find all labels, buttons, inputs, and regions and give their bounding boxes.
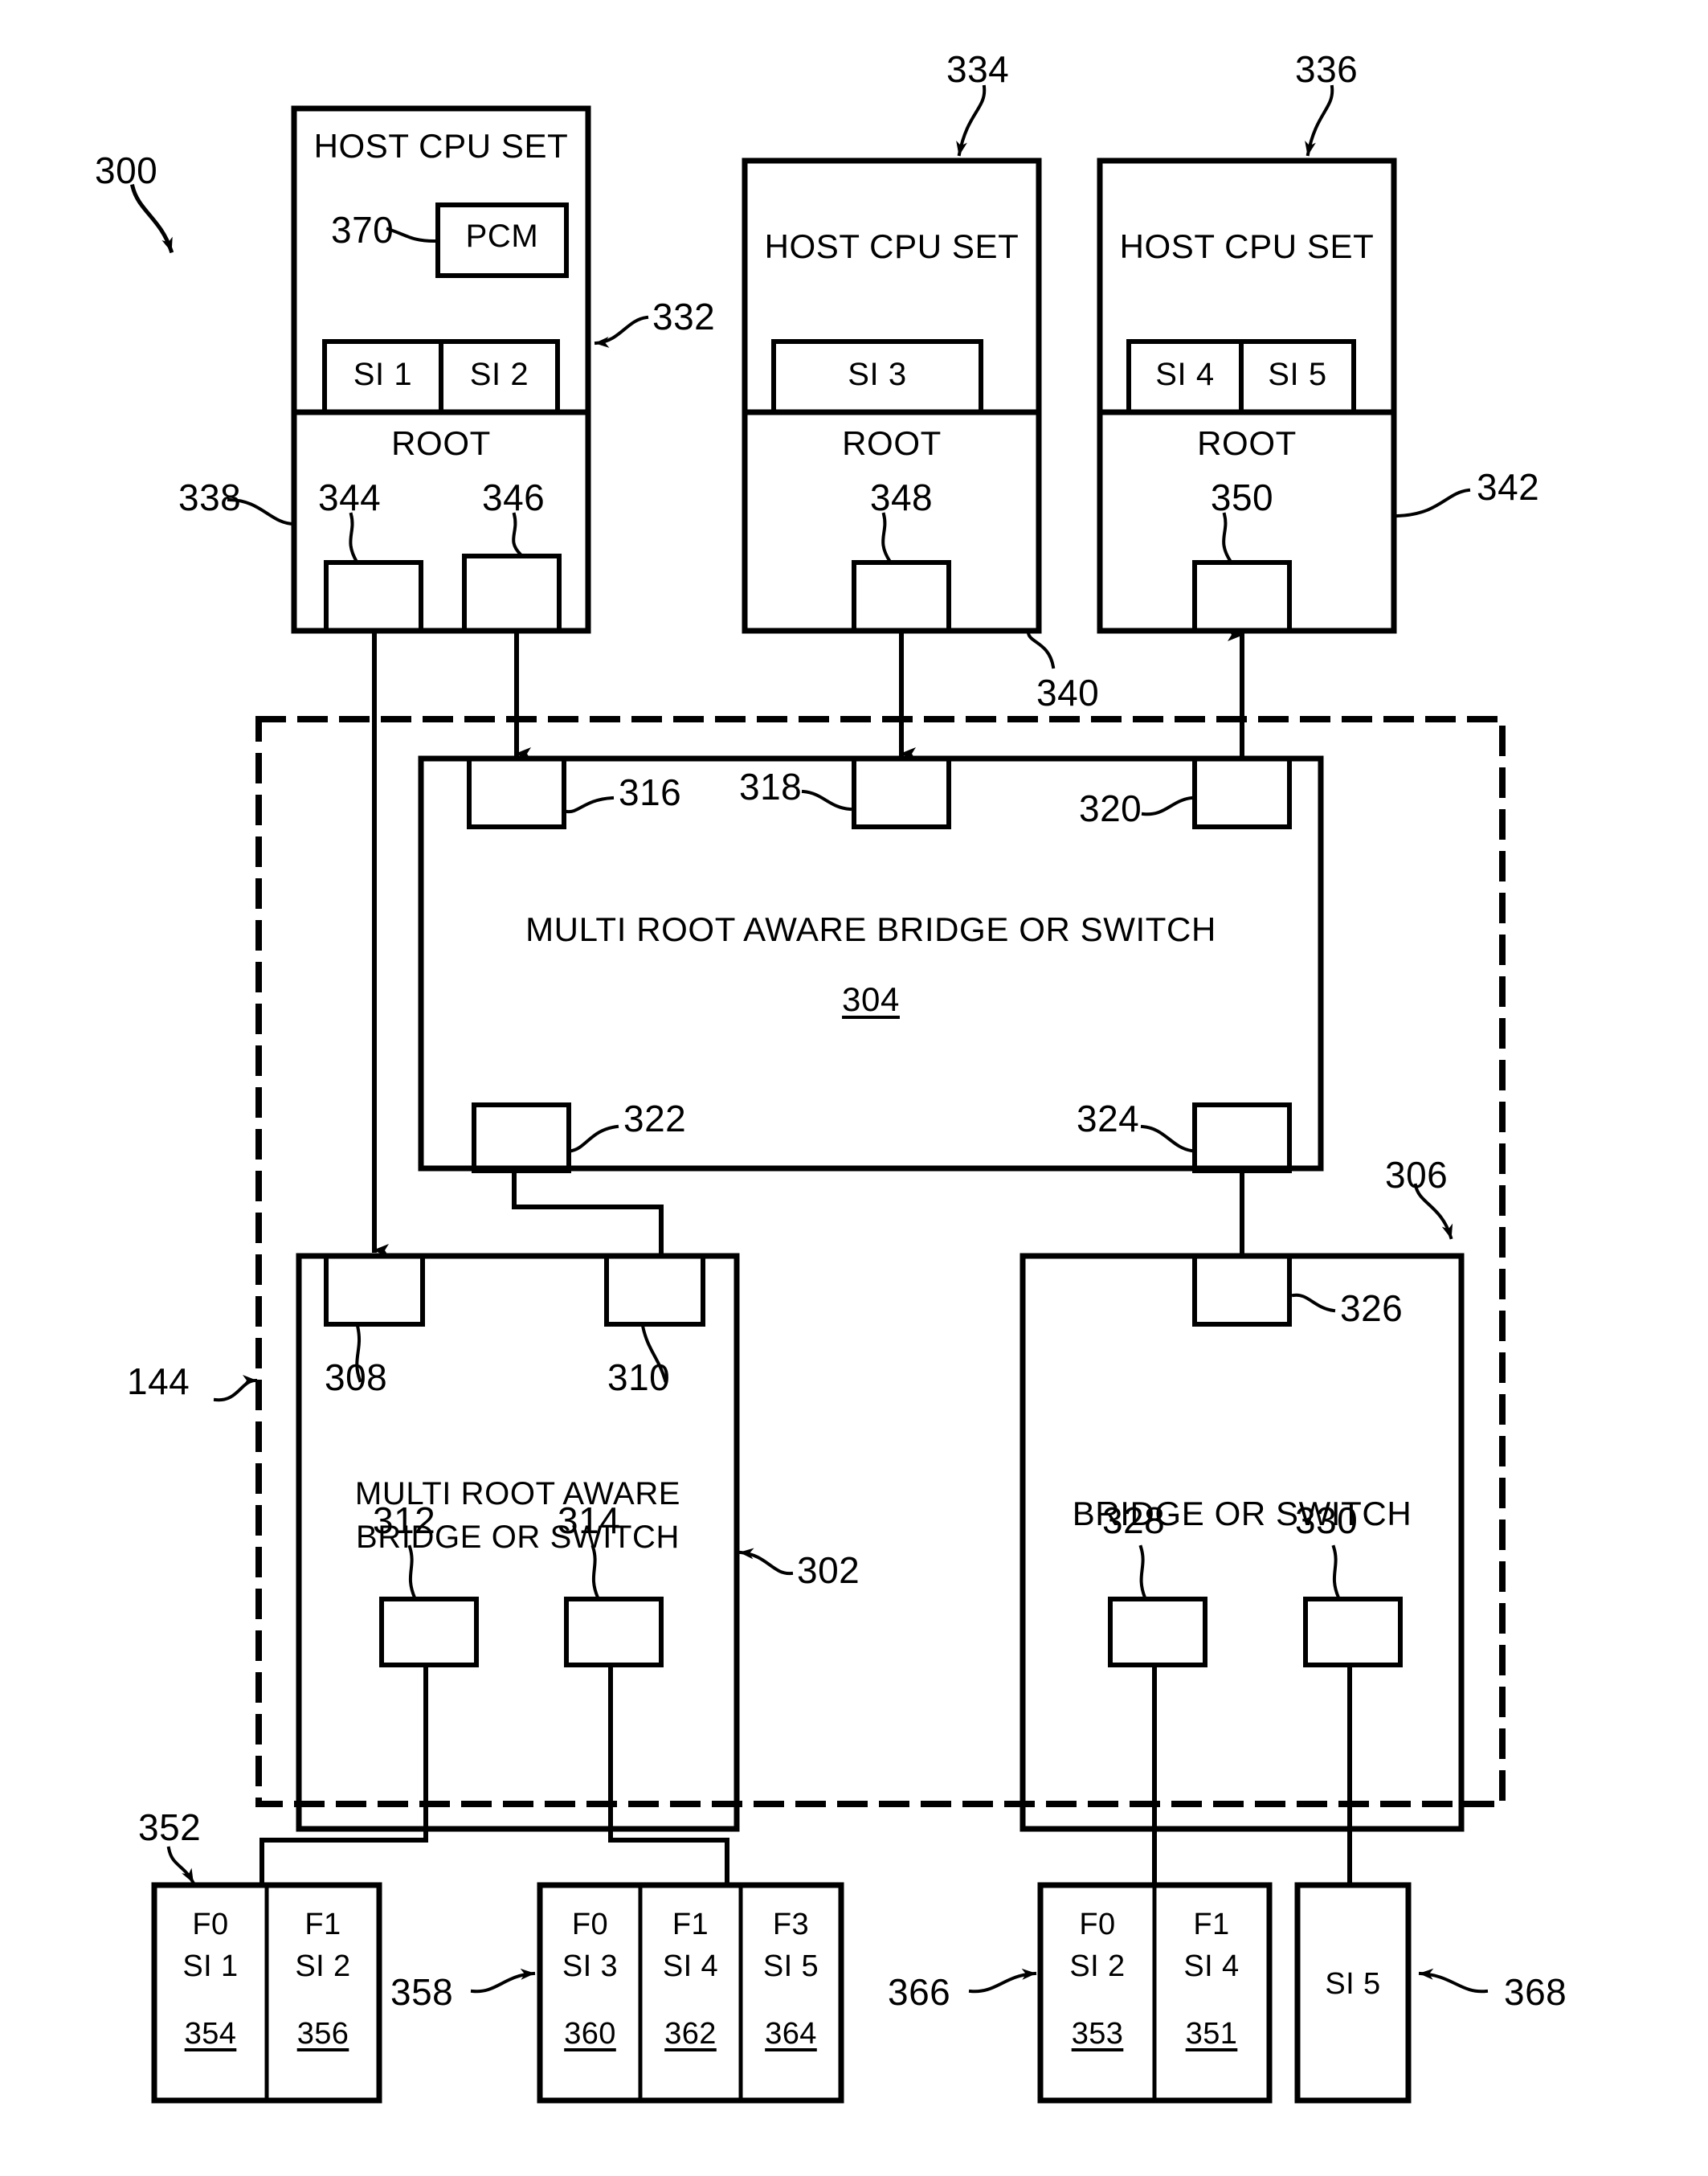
host-cpu-set-1-title: HOST CPU SET (313, 127, 569, 165)
host3-box-ref-342: 342 (1477, 466, 1540, 508)
switch-306-ref: 306 (1385, 1154, 1449, 1196)
ep358-fn0-num: 360 (564, 2017, 616, 2051)
ep352-fn1-si: SI 2 (295, 1949, 351, 1983)
ep366-fn1-num: 351 (1185, 2017, 1238, 2051)
ep366-fn1-si: SI 4 (1183, 1949, 1240, 1983)
pcm-ref-370: 370 (331, 209, 394, 251)
port-ref-320: 320 (1079, 787, 1142, 829)
host2-root-label: ROOT (842, 424, 942, 462)
ep358-fn1-num: 362 (664, 2017, 717, 2051)
endpoint-366-ref: 366 (888, 1971, 951, 2013)
ep358-fn3-num: 364 (765, 2017, 817, 2051)
ep358-fn0-label: F0 (571, 1908, 609, 1941)
port-ref-308: 308 (325, 1356, 388, 1398)
switch-306-title: BRIDGE OR SWITCH (1072, 1495, 1412, 1532)
port-ref-350: 350 (1210, 477, 1274, 518)
host-cpu-set-2-title: HOST CPU SET (764, 227, 1019, 265)
port-ref-312: 312 (373, 1499, 436, 1541)
patent-figure-page: 300 HOST CPU SET 370 PCM SI 1 SI 2 ROOT … (0, 0, 1708, 2176)
switch-302-title-line1: MULTI ROOT AWARE (354, 1476, 681, 1511)
switch-304-title: MULTI ROOT AWARE BRIDGE OR SWITCH (525, 910, 1216, 948)
port-ref-348: 348 (869, 477, 934, 518)
port-ref-330: 330 (1295, 1499, 1359, 1541)
host2-box-ref-334: 334 (946, 48, 1010, 90)
ep366-fn0-si: SI 2 (1069, 1949, 1126, 1983)
system-boundary-ref-144: 144 (127, 1360, 190, 1402)
ep352-fn0-si: SI 1 (182, 1949, 239, 1983)
ep358-fn3-si: SI 5 (762, 1949, 819, 1983)
port-ref-322: 322 (623, 1098, 687, 1139)
ep352-fn1-num: 356 (296, 2017, 349, 2051)
endpoint-352-ref: 352 (138, 1806, 202, 1848)
port-ref-310: 310 (607, 1356, 671, 1398)
ep358-fn1-label: F1 (672, 1908, 709, 1941)
port-ref-326: 326 (1340, 1287, 1404, 1329)
switch-304-ref: 304 (842, 980, 900, 1018)
port-ref-346: 346 (482, 477, 545, 518)
host3-si-4: SI 4 (1155, 357, 1215, 392)
host1-si-1: SI 1 (353, 357, 413, 392)
port-ref-316: 316 (619, 771, 682, 813)
host1-root-label: ROOT (391, 424, 491, 462)
endpoint-358-ref: 358 (390, 1971, 454, 2013)
ep358-fn1-si: SI 4 (662, 1949, 719, 1983)
ep352-fn0-num: 354 (184, 2017, 237, 2051)
endpoint-368-ref: 368 (1504, 1971, 1567, 2013)
host1-si-2: SI 2 (469, 357, 529, 392)
host-cpu-set-3-title: HOST CPU SET (1119, 227, 1375, 265)
port-ref-328: 328 (1102, 1499, 1166, 1541)
root-ref-338: 338 (178, 477, 242, 518)
ep358-fn0-si: SI 3 (562, 1949, 619, 1983)
ep358-fn3-label: F3 (772, 1908, 810, 1941)
port-ref-324: 324 (1077, 1098, 1140, 1139)
host3-si-5: SI 5 (1268, 357, 1327, 392)
switch-302-title-line2: BRIDGE OR SWITCH (356, 1520, 680, 1555)
ep368-si: SI 5 (1325, 1967, 1381, 2001)
ep352-fn0-label: F0 (192, 1908, 229, 1941)
ep366-fn1-label: F1 (1193, 1908, 1230, 1941)
switch-302-ref: 302 (797, 1549, 860, 1591)
host2-si-3: SI 3 (848, 357, 907, 392)
host2-box-ref-340: 340 (1036, 672, 1100, 714)
host3-box-ref-336: 336 (1295, 48, 1359, 90)
host1-box-ref-332: 332 (652, 296, 716, 337)
ep366-fn0-num: 353 (1071, 2017, 1124, 2051)
figure-ref-300: 300 (95, 149, 158, 191)
ep366-fn0-label: F0 (1079, 1908, 1116, 1941)
pcm-label: PCM (465, 219, 539, 254)
port-ref-344: 344 (318, 477, 382, 518)
ep352-fn1-label: F1 (304, 1908, 341, 1941)
host3-root-label: ROOT (1197, 424, 1297, 462)
port-ref-314: 314 (558, 1499, 621, 1541)
port-ref-318: 318 (739, 766, 803, 808)
diagram-vector-layer (129, 84, 1506, 2104)
